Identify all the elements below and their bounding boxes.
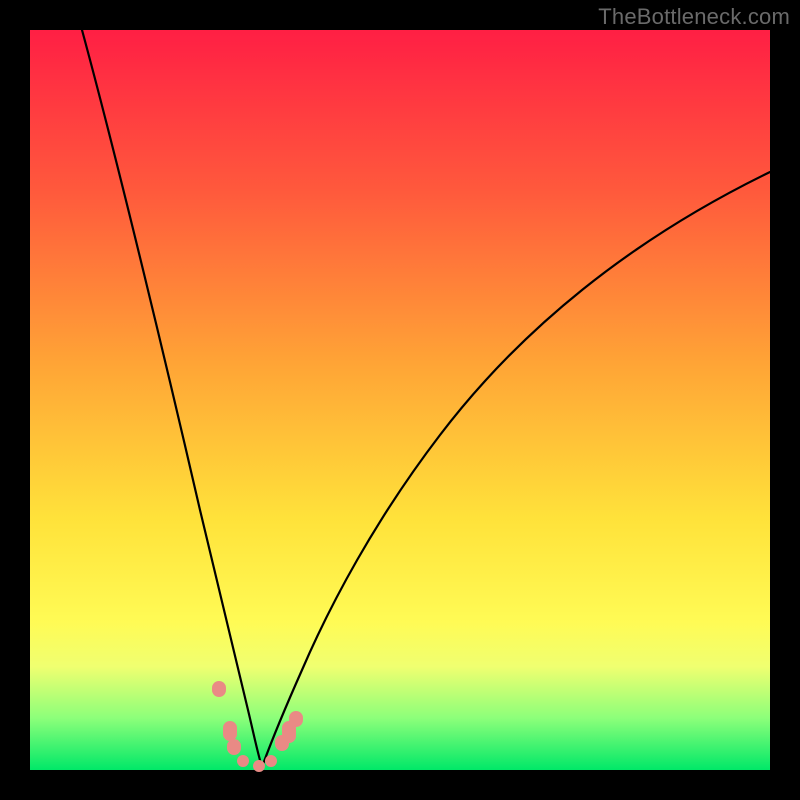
watermark-text: TheBottleneck.com — [598, 4, 790, 30]
marker-bottom-left — [237, 755, 249, 767]
chart-frame: TheBottleneck.com — [0, 0, 800, 800]
curve-right-branch — [262, 172, 770, 767]
curve-svg — [30, 30, 770, 770]
marker-bottom-right — [265, 755, 277, 767]
marker-bottom-mid — [253, 760, 265, 772]
plot-area — [30, 30, 770, 770]
curve-left-branch — [82, 30, 262, 767]
